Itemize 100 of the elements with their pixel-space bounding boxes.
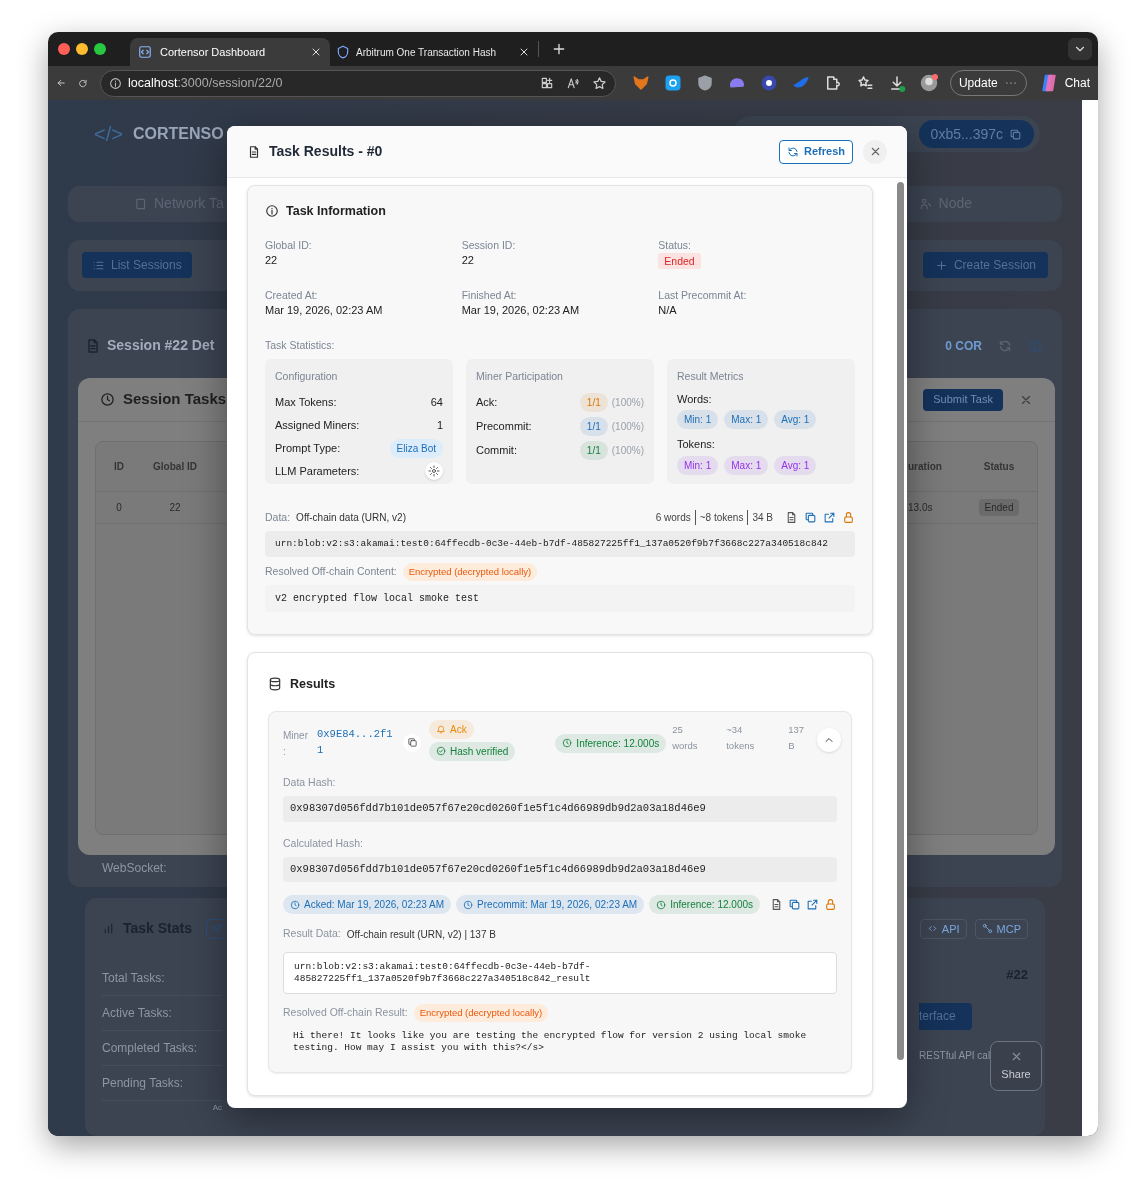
close-button[interactable]: [863, 139, 887, 164]
field-value: 22: [265, 252, 279, 267]
minimize-window-button[interactable]: [76, 43, 88, 55]
close-icon[interactable]: [310, 46, 322, 58]
field-value: 22: [461, 252, 475, 267]
tab-list-button[interactable]: [1068, 38, 1092, 60]
section-label: Task Statistics:: [265, 337, 336, 352]
bell-icon: [436, 724, 446, 735]
metric-badge: Min: 1: [677, 410, 719, 429]
app-icon[interactable]: [663, 74, 682, 92]
copy-icon[interactable]: [804, 511, 817, 525]
prompt-type-badge: Eliza Bot: [389, 438, 443, 458]
info-icon: [109, 76, 123, 90]
result-stat: 137 B: [788, 722, 806, 753]
wallet-button[interactable]: 0xb5...397c: [918, 120, 1034, 148]
read-aloud-icon[interactable]: [565, 76, 580, 90]
field-label: Result Data:: [283, 926, 341, 942]
panel-title: Configuration: [275, 368, 339, 384]
metric-badge: Max: 1: [724, 410, 769, 429]
code-icon: [138, 45, 152, 59]
row-label: Assigned Miners:: [275, 417, 360, 433]
clock-icon: [656, 899, 667, 910]
document-icon[interactable]: [785, 511, 798, 525]
panel-title: Miner Participation: [476, 368, 564, 384]
column-header: uration: [908, 460, 943, 474]
data-stat: 34 B: [747, 510, 777, 526]
hash-value: 0x98307d056fdd7b101de057f67e20cd0260f1e5f1c4d66989db9d2a03a18d46e9: [283, 856, 837, 883]
external-link-icon[interactable]: [823, 511, 836, 525]
stat-label: Pending Tasks:: [102, 1075, 184, 1093]
browser-tab[interactable]: Arbitrum One Transaction Hash: [330, 38, 536, 66]
gear-icon: [428, 465, 440, 477]
interface-button[interactable]: terface: [919, 1002, 972, 1030]
api-button[interactable]: API: [919, 918, 967, 939]
field-value: Mar 19, 2026, 02:23 AM: [461, 302, 581, 317]
metric-badge: Max: 1: [724, 455, 769, 475]
avatar-icon[interactable]: [919, 74, 938, 92]
copy-icon: [1009, 127, 1022, 141]
field-label: Last Precommit At:: [658, 287, 748, 302]
settings-button[interactable]: [425, 462, 443, 480]
fox-icon[interactable]: [631, 74, 650, 92]
dialog-title: Task Results - #0: [269, 142, 383, 161]
stake-label: 0 COR: [945, 337, 982, 355]
content-text: v2 encrypted flow local smoke test: [265, 585, 855, 612]
favorites-icon[interactable]: [855, 74, 874, 92]
session-title: Session #22 Det: [107, 336, 215, 356]
maximize-window-button[interactable]: [94, 43, 106, 55]
table-cell-text: 22: [168, 501, 182, 515]
clock-icon: [562, 738, 573, 749]
browser-tab[interactable]: Cortensor Dashboard: [130, 38, 330, 66]
clock-icon: [463, 899, 474, 910]
field-value: N/A: [658, 302, 678, 317]
field-label: Session ID:: [461, 237, 517, 252]
percent-text: (100%): [611, 444, 644, 458]
shield-icon[interactable]: [695, 74, 714, 92]
column-header: ID: [113, 460, 125, 474]
api-description: RESTful API cal: [919, 1048, 991, 1063]
encryption-badge: Encrypted (decrypted locally): [402, 562, 538, 581]
chat-button[interactable]: Chat: [1038, 73, 1090, 93]
mcp-button[interactable]: MCP: [974, 918, 1028, 939]
new-tab-icon[interactable]: [551, 41, 567, 57]
miner-address[interactable]: 0x9E84...2f11: [317, 725, 397, 758]
link-icon: [981, 923, 993, 935]
lock-icon[interactable]: [842, 511, 855, 525]
column-header: Status: [982, 460, 1016, 474]
copy-button[interactable]: [403, 733, 421, 752]
count-badge: 1/1: [579, 417, 608, 436]
file-icon: [85, 337, 101, 354]
close-window-button[interactable]: [58, 43, 70, 55]
list-sessions-button[interactable]: List Sessions: [82, 252, 192, 279]
copy-icon[interactable]: [788, 898, 801, 912]
logo-mark: </>: [94, 122, 123, 147]
address-bar[interactable]: localhost:3000/session/22/0: [100, 69, 616, 97]
external-link-icon[interactable]: [806, 898, 819, 912]
close-icon[interactable]: [518, 46, 530, 58]
timestamp-badge: Acked: Mar 19, 2026, 02:23 AM: [283, 895, 452, 915]
stat-label: Active Tasks:: [102, 1005, 172, 1023]
section-title: Results: [290, 676, 336, 693]
star-icon[interactable]: [591, 75, 607, 91]
lock-icon[interactable]: [824, 898, 837, 912]
circle-icon[interactable]: [759, 74, 778, 92]
panel-title: Result Metrics: [677, 368, 745, 384]
check-circle-icon: [436, 746, 446, 757]
share-button[interactable]: Share: [990, 1041, 1042, 1091]
app-grid-icon[interactable]: [539, 76, 554, 90]
metric-badge: Avg: 1: [774, 410, 817, 429]
page-scrollbar[interactable]: [1082, 100, 1098, 1136]
plus-icon: [934, 258, 948, 272]
encryption-badge: Encrypted (decrypted locally): [413, 1004, 549, 1023]
stat-label: Total Tasks:: [102, 970, 165, 988]
url-text: localhost:3000/session/22/0: [128, 74, 284, 92]
result-stat: ~34 tokens: [726, 722, 756, 753]
document-icon[interactable]: [770, 898, 783, 912]
create-session-button[interactable]: Create Session: [922, 252, 1048, 279]
refresh-button[interactable]: Refresh: [779, 139, 853, 164]
timestamp-badge: Inference: 12.000s: [649, 895, 760, 915]
scrollbar-thumb[interactable]: [897, 182, 904, 1060]
inference-badge: Inference: 12.000s: [555, 733, 667, 753]
urn-text: urn:blob:v2:s3:akamai:test0:64ffecdb-0c3e-44eb-b7df-485827225ff1_137a0520f9b7f3668c227a340518c842_result: [283, 952, 837, 994]
stat-note: Ac: [212, 1102, 222, 1115]
submit-task-button[interactable]: Submit Task: [923, 388, 1003, 411]
